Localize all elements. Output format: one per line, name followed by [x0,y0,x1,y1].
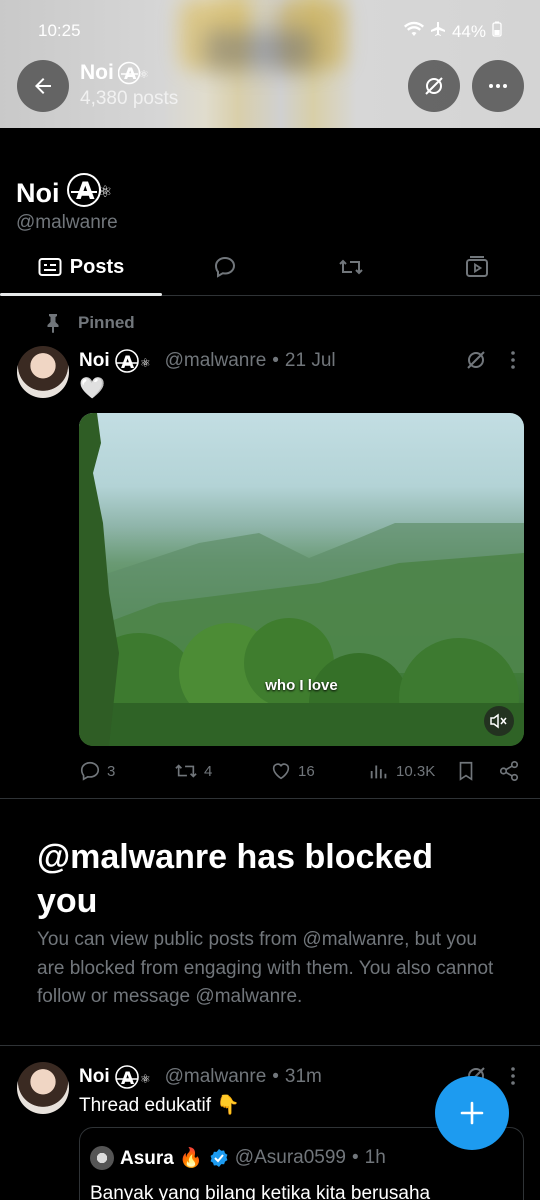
pinned-label: Pinned [44,313,135,333]
status-bar: 10:25 44% [0,0,540,60]
back-button[interactable] [17,60,69,112]
post-date[interactable]: 21 Jul [285,350,336,372]
svg-text:⚛: ⚛ [139,68,149,81]
volume-muted-icon [490,713,507,729]
header-name: Noi A ⚛ [80,60,152,86]
trees-foreground [79,618,524,746]
grok-button[interactable] [408,60,460,112]
tab-posts-label: Posts [69,255,125,278]
arrow-left-icon [35,78,51,94]
battery-icon [492,21,502,42]
post-handle[interactable]: @malwanre [165,350,267,372]
divider [0,1045,540,1046]
mute-button[interactable] [484,706,514,736]
separator-dot: • [272,1066,279,1087]
analytics-icon [370,765,387,779]
post-text: 🤍 [79,377,106,400]
quoted-time: 1h [364,1147,386,1168]
name-emoji-icon: A ⚛ [114,1065,151,1089]
svg-text:⚛: ⚛ [140,1072,151,1086]
airplane-icon [430,21,446,42]
profile-name-text: Noi [16,178,60,208]
like-button[interactable]: 16 [270,760,315,782]
avatar [90,1146,114,1170]
divider [0,798,540,799]
post-author[interactable]: Noi A ⚛ [79,1064,159,1090]
post-video[interactable]: who I love [79,413,524,746]
quoted-post-header: Asura 🔥 @Asura0599 • 1h [90,1146,386,1170]
pin-icon [47,314,59,333]
reply-button[interactable]: 3 [79,760,115,782]
avatar[interactable] [17,346,69,398]
post-actions: 3 4 16 10.3K [79,760,524,786]
avatar[interactable] [17,1062,69,1114]
post-time[interactable]: 31m [285,1066,322,1088]
repost-icon [339,259,363,275]
reply-count: 3 [107,762,116,780]
svg-text:⚛: ⚛ [140,356,151,370]
tab-reposts[interactable] [288,238,414,296]
header-name-text: Noi [80,61,114,84]
post-handle[interactable]: @malwanre [165,1066,267,1088]
like-count: 16 [298,762,315,780]
views-button[interactable]: 10.3K [368,760,435,782]
grok-icon[interactable] [464,348,488,377]
quoted-author: Asura 🔥 [120,1148,203,1169]
post-header: Noi A ⚛ @malwanre • 31m [79,1064,322,1090]
quoted-text: Banyak yang bilang ketika kita berusaha [90,1183,431,1200]
svg-text:⚛: ⚛ [98,182,112,201]
profile-name: Noi A ⚛ [16,172,118,215]
heart-icon [272,763,290,780]
grok-icon [425,77,443,95]
reply-icon [80,761,100,781]
wifi-icon [403,21,424,42]
battery-text: 44% [451,21,486,41]
bookmark-icon [459,761,473,781]
repost-button[interactable]: 4 [174,760,212,782]
separator-dot: • [352,1147,359,1168]
profile-tabs: Posts [0,238,540,296]
blocked-description: You can view public posts from @malwanre… [37,929,494,1007]
share-icon [499,761,519,781]
plus-icon [460,1101,484,1125]
bookmark-button[interactable] [455,760,477,782]
name-emoji-icon: A ⚛ [114,349,151,373]
verified-badge-icon [210,1149,228,1167]
share-button[interactable] [498,760,520,782]
tree-left [79,413,119,746]
video-caption: who I love [265,677,338,694]
name-emoji-icon: A ⚛ [66,172,118,215]
repost-icon [175,764,197,778]
post-more-icon[interactable] [502,348,524,377]
tab-replies[interactable] [162,238,288,296]
post-author-name: Noi [79,350,110,371]
post-text: Thread edukatif 👇 [79,1095,240,1116]
compose-button[interactable] [435,1076,509,1150]
media-icon [466,256,488,277]
view-count: 10.3K [396,762,436,780]
tab-media[interactable] [414,238,540,296]
replies-icon [214,256,236,278]
more-options-button[interactable] [472,60,524,112]
separator-dot: • [272,350,279,371]
more-icon [489,84,507,88]
posts-icon [38,258,62,276]
tab-posts[interactable]: Posts [0,238,162,296]
quoted-handle: @Asura0599 [234,1147,346,1168]
post-header: Noi A ⚛ @malwanre • 21 Jul [79,348,336,374]
repost-count: 4 [204,762,213,780]
pinned-text: Pinned [78,313,135,332]
profile-handle: @malwanre [16,212,118,233]
post-author[interactable]: Noi A ⚛ [79,348,159,374]
post-more-icon[interactable] [502,1064,524,1093]
active-tab-indicator [0,293,162,296]
name-emoji-icon: A ⚛ [117,60,152,86]
blocked-title: @malwanre has blocked you [37,838,433,920]
post-author-name: Noi [79,1066,110,1087]
status-time: 10:25 [38,21,81,40]
header-post-count: 4,380 posts [80,88,179,109]
